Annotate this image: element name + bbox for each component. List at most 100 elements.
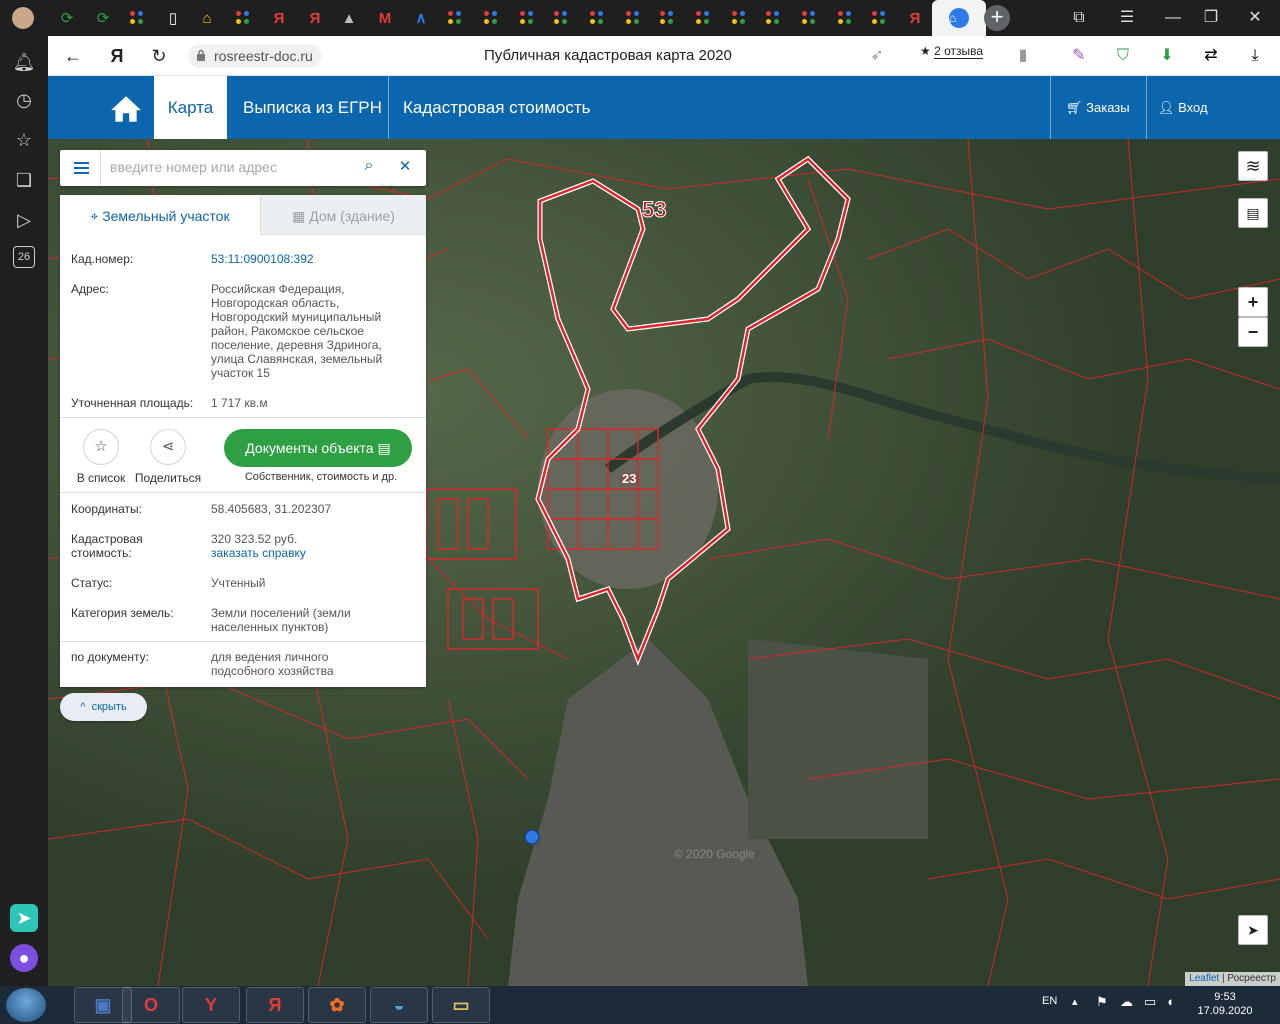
start-button[interactable] xyxy=(6,988,46,1022)
tab-dots-icon[interactable] xyxy=(440,3,470,33)
category-label: Категория земель: xyxy=(71,606,174,620)
home-icon[interactable] xyxy=(106,76,146,139)
tab-dots-icon[interactable] xyxy=(758,3,788,33)
order-certificate-link[interactable]: заказать справку xyxy=(211,546,391,560)
tab-dots-icon[interactable] xyxy=(652,3,682,33)
zoom-in-button[interactable]: + xyxy=(1238,287,1268,317)
language-indicator[interactable]: EN xyxy=(1042,995,1057,1007)
search-input[interactable] xyxy=(110,159,350,175)
tab-icon-r[interactable]: ⟳ xyxy=(52,3,82,33)
calendar-badge[interactable]: 26 xyxy=(13,246,35,268)
tab-m-icon[interactable]: M xyxy=(370,3,400,33)
tab-dots-icon[interactable] xyxy=(618,3,648,33)
translate-icon[interactable]: ⇄ xyxy=(1200,45,1222,67)
layers-icon[interactable]: ≋ xyxy=(1238,151,1268,181)
tab-yandex-icon[interactable]: Я xyxy=(300,3,330,33)
tab-land-plot[interactable]: ⌖ Земельный участок xyxy=(60,195,260,235)
map-watermark: © 2020 Google xyxy=(674,847,755,861)
pen-extension-icon[interactable]: ✎ xyxy=(1068,45,1090,67)
location-marker[interactable] xyxy=(524,829,540,845)
leaflet-link[interactable]: Leaflet xyxy=(1189,973,1219,984)
yandex-logo-icon[interactable]: Я xyxy=(104,44,130,68)
tab-dots-icon[interactable] xyxy=(122,3,152,33)
region-label-23[interactable]: 23 xyxy=(622,471,636,486)
collections-icon[interactable]: ❏ xyxy=(10,166,38,194)
site-header: Карта Выписка из ЕГРН Кадастровая стоимо… xyxy=(48,76,1280,139)
orders-button[interactable]: 🛒︎ Заказы xyxy=(1066,76,1130,139)
taskbar-media-icon[interactable]: ✿ xyxy=(308,987,366,1023)
tab-dots-icon[interactable] xyxy=(228,3,258,33)
login-button[interactable]: 👤︎ Вход xyxy=(1158,76,1208,139)
tab-dots-icon[interactable] xyxy=(512,3,542,33)
region-label-53[interactable]: 53 xyxy=(641,197,667,223)
tab-yandex-icon[interactable]: Я xyxy=(900,3,930,33)
tab-active-rosreestr[interactable]: ⌂ xyxy=(932,0,986,36)
taskbar-explorer-icon[interactable]: ▭ xyxy=(432,987,490,1023)
alice-icon[interactable]: ● xyxy=(10,944,38,972)
bell-icon[interactable]: 🔔︎ xyxy=(10,48,38,76)
clock-time: 9:53 xyxy=(1214,991,1236,1003)
tab-dots-icon[interactable] xyxy=(688,3,718,33)
nav-egrn[interactable]: Выписка из ЕГРН xyxy=(243,76,382,139)
tray-up-icon[interactable]: ▴ xyxy=(1072,995,1078,1008)
page-title: Публичная кадастровая карта 2020 xyxy=(484,47,732,64)
tab-dots-icon[interactable] xyxy=(546,3,576,33)
history-icon[interactable]: ◷ xyxy=(10,86,38,114)
taskbar-yandex-icon[interactable]: Я xyxy=(246,987,304,1023)
tab-house[interactable]: ▦ Дом (здание) xyxy=(260,195,426,235)
favorite-button[interactable]: ☆ xyxy=(83,429,119,465)
tray-monitor-icon[interactable]: ▭ xyxy=(1144,994,1156,1010)
tab-dots-icon[interactable] xyxy=(794,3,824,33)
downloads-icon[interactable]: ⤓ xyxy=(1244,45,1266,67)
tray-volume-icon[interactable]: ◖ xyxy=(1166,994,1174,1009)
tabs-overview-icon[interactable]: ⧉ xyxy=(1064,6,1094,30)
shield-icon[interactable]: ⛉ xyxy=(1112,45,1134,67)
tab-n-icon[interactable]: ∧ xyxy=(406,3,436,33)
tray-cloud-icon[interactable]: ☁ xyxy=(1120,994,1133,1010)
hamburger-menu-icon[interactable] xyxy=(60,150,101,186)
tab-yandex-icon[interactable]: Я xyxy=(264,3,294,33)
locate-me-icon[interactable]: ➤ xyxy=(1238,915,1268,945)
tab-figure-icon[interactable]: ▲ xyxy=(334,3,364,33)
rocket-icon[interactable]: ➶ xyxy=(866,45,888,67)
messenger-icon[interactable]: ➤ xyxy=(10,904,38,932)
taskbar-yandex-browser-icon[interactable]: Y xyxy=(182,987,240,1023)
nav-map[interactable]: Карта xyxy=(154,76,227,139)
play-icon[interactable]: ▷ xyxy=(10,206,38,234)
tray-network-icon[interactable]: ⚑ xyxy=(1096,994,1108,1010)
search-icon[interactable]: ⌕ xyxy=(358,157,380,179)
clear-search-icon[interactable]: ✕ xyxy=(394,157,416,179)
zoom-out-button[interactable]: − xyxy=(1238,317,1268,347)
cad-number-value[interactable]: 53:11:0900108:392 xyxy=(211,252,391,266)
tab-dots-icon[interactable] xyxy=(864,3,894,33)
documents-button[interactable]: Документы объекта ▤ xyxy=(224,429,412,467)
tab-icon-r2[interactable]: ⟳ xyxy=(88,3,118,33)
tab-doc-icon[interactable]: ▯ xyxy=(158,3,188,33)
maximize-button[interactable]: ❐ xyxy=(1196,6,1226,30)
menu-icon[interactable]: ☰ xyxy=(1112,6,1142,30)
taskbar-opera-icon[interactable]: O xyxy=(122,987,180,1023)
tab-dots-icon[interactable] xyxy=(724,3,754,33)
browser-sidebar: 🔔︎ ◷ ☆ ❏ ▷ 26 ➤ ● 1 xyxy=(0,36,57,986)
tab-home-icon[interactable]: ⌂ xyxy=(192,3,222,33)
star-icon[interactable]: ☆ xyxy=(10,126,38,154)
tab-dots-icon[interactable] xyxy=(476,3,506,33)
close-window-button[interactable]: ✕ xyxy=(1240,6,1270,30)
share-button[interactable]: ⋖ xyxy=(150,429,186,465)
tab-dots-icon[interactable] xyxy=(830,3,860,33)
minimize-button[interactable]: — xyxy=(1158,6,1188,30)
url-field[interactable]: rosreestr-doc.ru xyxy=(188,44,321,68)
nav-cadastral-cost[interactable]: Кадастровая стоимость xyxy=(403,76,590,139)
tab-dots-icon[interactable] xyxy=(582,3,612,33)
reload-icon[interactable]: ↻ xyxy=(146,44,172,68)
taskbar-app-icon[interactable]: ◒ xyxy=(370,987,428,1023)
hide-panel-button[interactable]: ^ скрыть xyxy=(60,693,147,721)
profile-avatar[interactable] xyxy=(8,3,38,33)
download-extension-icon[interactable]: ⬇ xyxy=(1156,45,1178,67)
back-arrow-icon[interactable]: ← xyxy=(60,44,86,68)
new-tab-button[interactable]: + xyxy=(984,5,1010,31)
ruler-icon[interactable]: ▤ xyxy=(1238,198,1268,228)
bookmark-icon[interactable]: ▮ xyxy=(1012,45,1034,67)
reviews-link[interactable]: ★ 2 отзыва xyxy=(920,44,984,59)
system-clock[interactable]: 9:53 17.09.2020 xyxy=(1190,990,1260,1018)
